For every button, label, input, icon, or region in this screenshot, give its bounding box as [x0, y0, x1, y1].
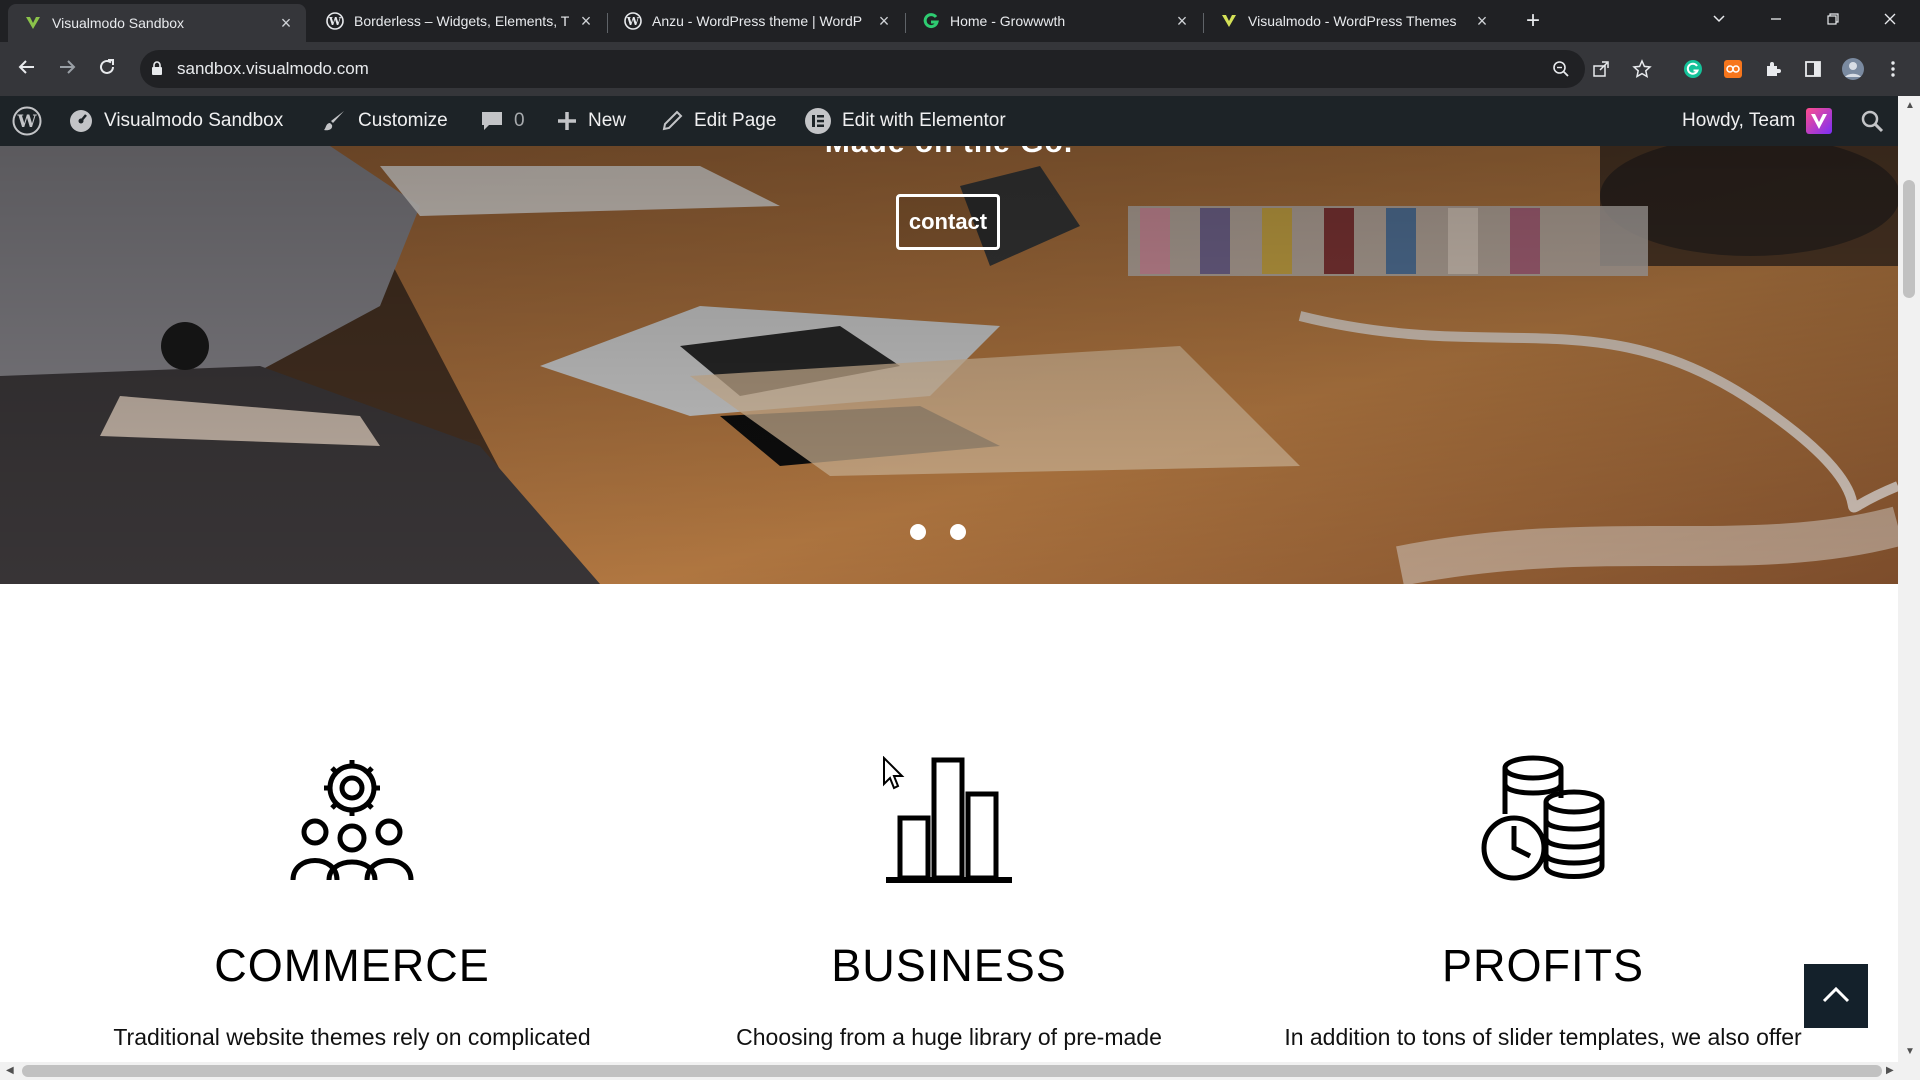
forward-button[interactable]: [52, 54, 82, 84]
close-icon[interactable]: ×: [1472, 11, 1492, 31]
extensions-puzzle-icon[interactable]: [1758, 54, 1788, 84]
close-icon[interactable]: ×: [1172, 11, 1192, 31]
close-icon[interactable]: ×: [576, 11, 596, 31]
account-menu[interactable]: Howdy, Team: [1682, 96, 1843, 146]
svg-text:W: W: [328, 15, 342, 28]
zoom-icon[interactable]: [1546, 54, 1576, 84]
browser-tab-strip: Visualmodo Sandbox × W Borderless – Widg…: [0, 0, 1920, 42]
tab-title: Borderless – Widgets, Elements, T: [354, 13, 570, 29]
chevron-up-icon: [1822, 985, 1850, 1008]
scroll-right-arrow-icon[interactable]: ▶: [1886, 1065, 1894, 1076]
wp-logo-menu[interactable]: W: [12, 96, 52, 146]
share-icon[interactable]: [1586, 54, 1616, 84]
feature-text: Choosing from a huge library of pre-made: [736, 1024, 1162, 1050]
svg-text:W: W: [16, 112, 37, 132]
wordpress-icon: W: [12, 106, 42, 136]
tab-search-button[interactable]: [1696, 6, 1742, 36]
site-name-menu[interactable]: Visualmodo Sandbox: [68, 96, 283, 146]
close-window-button[interactable]: [1867, 6, 1913, 36]
slider-dot-1[interactable]: [910, 524, 926, 540]
comment-bubble-icon: [480, 109, 504, 133]
tab-visualmodo-themes[interactable]: Visualmodo - WordPress Themes ×: [1204, 4, 1502, 38]
scroll-down-arrow-icon[interactable]: ▼: [1905, 1046, 1915, 1057]
horizontal-scroll-thumb[interactable]: [22, 1065, 1882, 1077]
feature-text: Traditional website themes rely on compl…: [113, 1024, 591, 1050]
visualmodo-v-icon: [24, 14, 42, 32]
wp-admin-bar: W Visualmodo Sandbox Customize 0 New Edi…: [0, 96, 1920, 146]
bar-chart-icon: [649, 750, 1249, 884]
hero-headline: Made on the Go.: [0, 146, 1898, 160]
slider-dot-2[interactable]: [950, 524, 966, 540]
growwwth-g-icon: [922, 12, 940, 30]
address-url[interactable]: sandbox.visualmodo.com: [177, 54, 369, 84]
visualmodo-v-icon: [1220, 12, 1238, 30]
tab-anzu[interactable]: W Anzu - WordPress theme | WordP ×: [608, 4, 904, 38]
feature-commerce: COMMERCE Traditional website themes rely…: [52, 750, 652, 1052]
customize-link[interactable]: Customize: [322, 96, 448, 146]
elementor-icon: [804, 107, 832, 135]
admin-search-button[interactable]: [1860, 96, 1894, 146]
close-icon[interactable]: ×: [276, 13, 296, 33]
coins-clock-icon: [1243, 750, 1843, 884]
browser-toolbar: sandbox.visualmodo.com: [0, 42, 1920, 96]
tab-title: Anzu - WordPress theme | WordP: [652, 13, 863, 29]
avatar: [1805, 107, 1833, 135]
howdy-label: Howdy, Team: [1682, 110, 1796, 131]
tab-title: Visualmodo Sandbox: [52, 15, 185, 31]
side-panel-icon[interactable]: [1798, 54, 1828, 84]
tab-title: Home - Growwwth: [950, 13, 1066, 29]
feature-business: BUSINESS Choosing from a huge library of…: [649, 750, 1249, 1052]
close-icon[interactable]: ×: [874, 11, 894, 31]
back-to-top-button[interactable]: [1804, 964, 1868, 1028]
hero-slider: Made on the Go. contact: [0, 146, 1898, 584]
search-icon: [1860, 109, 1884, 133]
paintbrush-icon: [322, 108, 348, 134]
mouse-cursor-icon: [883, 756, 905, 790]
tab-title: Visualmodo - WordPress Themes: [1248, 13, 1457, 29]
feature-text: In addition to tons of slider templates,…: [1284, 1024, 1802, 1050]
feature-title: COMMERCE: [214, 940, 490, 991]
edit-page-label: Edit Page: [694, 110, 777, 131]
scroll-left-arrow-icon[interactable]: ◀: [6, 1065, 14, 1076]
lock-icon[interactable]: [151, 61, 163, 80]
bookmark-star-icon[interactable]: [1627, 54, 1657, 84]
site-name-label: Visualmodo Sandbox: [104, 110, 284, 131]
profile-avatar-icon[interactable]: [1838, 54, 1868, 84]
plus-icon: [556, 110, 578, 132]
edit-with-elementor-link[interactable]: Edit with Elementor: [804, 96, 1006, 146]
pencil-icon: [660, 109, 684, 133]
feature-profits: PROFITS In addition to tons of slider te…: [1243, 750, 1843, 1052]
back-button[interactable]: [12, 54, 42, 84]
feature-title: PROFITS: [1441, 940, 1644, 991]
wordpress-icon: W: [326, 12, 344, 30]
svg-text:W: W: [626, 15, 640, 28]
contact-button[interactable]: contact: [896, 194, 1000, 250]
wordpress-icon: W: [624, 12, 642, 30]
team-gear-icon: [52, 750, 652, 884]
edit-elementor-label: Edit with Elementor: [842, 110, 1006, 131]
browser-menu-icon[interactable]: [1878, 54, 1908, 84]
feature-title: BUSINESS: [831, 940, 1067, 991]
new-label: New: [588, 110, 627, 131]
new-content-menu[interactable]: New: [556, 96, 626, 146]
customize-label: Customize: [358, 110, 448, 131]
comments-link[interactable]: 0: [480, 96, 525, 146]
grammarly-icon[interactable]: [1678, 54, 1708, 84]
tab-visualmodo-sandbox[interactable]: Visualmodo Sandbox ×: [8, 4, 306, 42]
restore-button[interactable]: [1810, 6, 1856, 36]
minimize-button[interactable]: [1753, 6, 1799, 36]
new-tab-button[interactable]: +: [1519, 8, 1547, 36]
extension-orange-icon[interactable]: [1718, 54, 1748, 84]
vertical-scroll-thumb[interactable]: [1903, 180, 1915, 298]
tab-growwwth[interactable]: Home - Growwwth ×: [906, 4, 1202, 38]
scroll-up-arrow-icon[interactable]: ▲: [1905, 100, 1915, 111]
comments-count: 0: [514, 110, 525, 131]
edit-page-link[interactable]: Edit Page: [660, 96, 776, 146]
tab-borderless[interactable]: W Borderless – Widgets, Elements, T ×: [310, 4, 606, 38]
dashboard-gauge-icon: [68, 108, 94, 134]
reload-button[interactable]: [92, 54, 122, 84]
